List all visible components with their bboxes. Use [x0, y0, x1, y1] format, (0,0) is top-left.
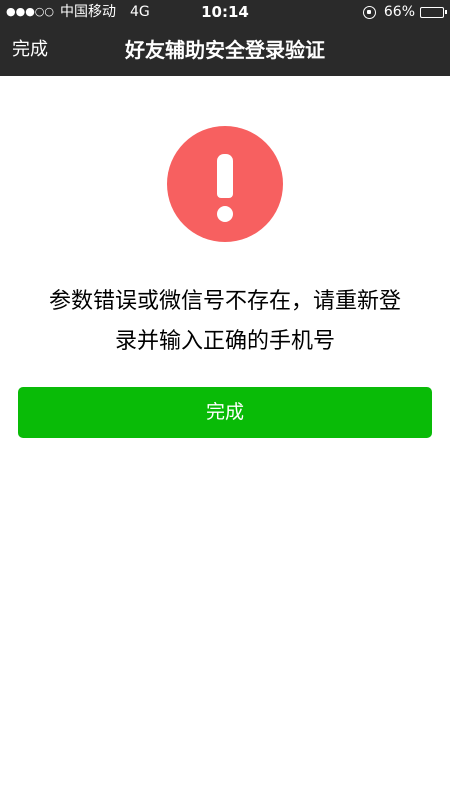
status-right: 66%	[362, 0, 447, 24]
orientation-lock-icon	[362, 5, 376, 19]
page-title: 好友辅助安全登录验证	[125, 38, 325, 62]
error-message-line-1: 参数错误或微信号不存在，请重新登	[48, 289, 401, 314]
error-message: 参数错误或微信号不存在，请重新登 录并输入正确的手机号	[25, 282, 425, 362]
exclamation-bar	[217, 154, 233, 198]
status-bar: ●●●○○ 中国移动 4G 10:14 66%	[0, 0, 450, 24]
error-message-line-2: 录并输入正确的手机号	[114, 329, 335, 354]
exclamation-dot	[217, 206, 233, 222]
exclamation-icon	[167, 126, 283, 242]
battery-percent: 66%	[383, 4, 415, 20]
battery-icon	[420, 6, 447, 18]
nav-bar: 完成 好友辅助安全登录验证	[0, 24, 450, 76]
done-button[interactable]: 完成	[18, 387, 432, 438]
